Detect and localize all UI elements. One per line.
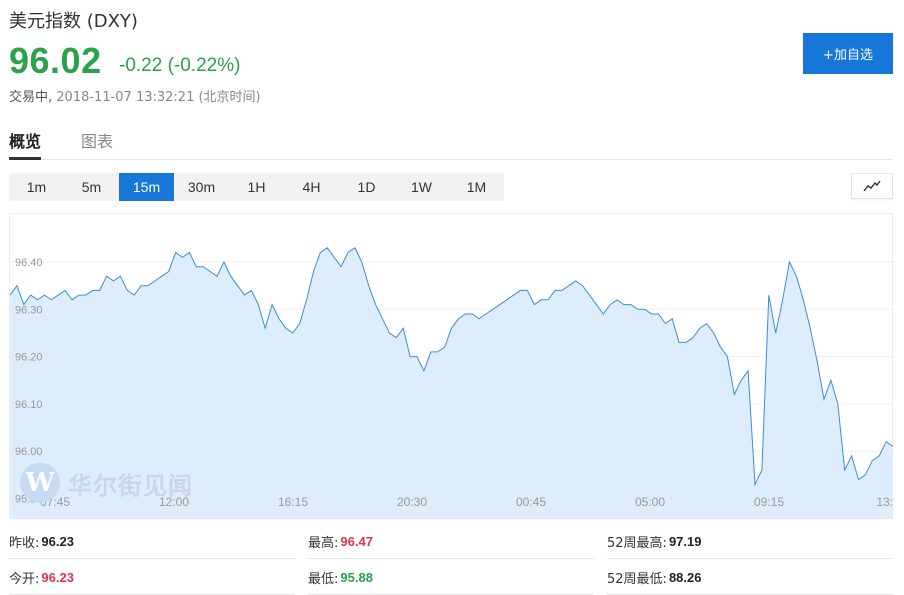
stat-open: 今开: 96.23	[9, 560, 295, 595]
stat-52w-low: 52周最低: 88.26	[607, 560, 893, 595]
stat-label: 52周最高:	[607, 535, 667, 551]
line-chart-icon	[863, 180, 881, 192]
watermark-text: 华尔街见闻	[68, 470, 193, 500]
quote-timestamp: 2018-11-07 13:32:21 (北京时间)	[56, 90, 261, 105]
stat-value: 96.23	[41, 533, 74, 549]
add-to-watchlist-button[interactable]: +加自选	[803, 33, 893, 74]
x-tick-label: 00:45	[516, 495, 546, 509]
tab-bar: 概览 图表	[9, 126, 893, 160]
stat-label: 最低:	[308, 571, 339, 587]
tab-overview[interactable]: 概览	[9, 128, 42, 160]
interval-selector: 1m 5m 15m 30m 1H 4H 1D 1W 1M	[9, 173, 504, 201]
current-price: 96.02	[9, 40, 102, 81]
stat-label: 昨收:	[9, 535, 40, 551]
stat-label: 52周最低:	[607, 571, 667, 587]
interval-1h[interactable]: 1H	[229, 173, 284, 201]
stat-value: 96.47	[340, 533, 373, 549]
stat-label: 最高:	[308, 535, 339, 551]
interval-4h[interactable]: 4H	[284, 173, 339, 201]
watermark: W 华尔街见闻	[20, 463, 193, 503]
stat-value: 88.26	[668, 569, 702, 585]
stat-label: 今开:	[9, 571, 40, 587]
y-tick-label: 96.30	[15, 304, 43, 316]
trading-status: 交易中, 2018-11-07 13:32:21 (北京时间)	[9, 86, 261, 105]
interval-5m[interactable]: 5m	[64, 173, 119, 201]
interval-15m[interactable]: 15m	[119, 173, 174, 201]
x-tick-label: 16:15	[278, 495, 308, 509]
stat-prev-close: 昨收: 96.23	[9, 524, 295, 559]
y-tick-label: 96.00	[15, 446, 43, 458]
interval-30m[interactable]: 30m	[174, 173, 229, 201]
interval-1mo[interactable]: 1M	[449, 173, 504, 201]
stat-value: 95.88	[340, 569, 373, 585]
interval-1d[interactable]: 1D	[339, 173, 394, 201]
stat-value: 96.23	[41, 569, 74, 585]
trading-state: 交易中,	[9, 90, 53, 105]
price-chart: 96.4096.3096.2096.1096.0095.9007:4512:00…	[9, 213, 894, 519]
x-tick-label: 13:3	[876, 495, 894, 509]
stat-value: 97.19	[668, 533, 702, 549]
stat-low: 最低: 95.88	[308, 560, 594, 595]
x-tick-label: 09:15	[754, 495, 784, 509]
interval-1m[interactable]: 1m	[9, 173, 64, 201]
wallstreetcn-logo: W	[20, 463, 60, 503]
y-tick-label: 96.20	[15, 352, 43, 364]
chart-type-toggle-button[interactable]	[851, 173, 893, 199]
stat-high: 最高: 96.47	[308, 524, 594, 559]
x-tick-label: 05:00	[635, 495, 665, 509]
x-tick-label: 20:30	[397, 495, 427, 509]
y-tick-label: 96.40	[15, 257, 43, 269]
y-tick-label: 96.10	[15, 399, 43, 411]
instrument-title: 美元指数 (DXY)	[9, 11, 138, 32]
price-change: -0.22 (-0.22%)	[119, 55, 241, 76]
stat-52w-high: 52周最高: 97.19	[607, 524, 893, 559]
interval-1w[interactable]: 1W	[394, 173, 449, 201]
tab-chart[interactable]: 图表	[81, 128, 113, 152]
